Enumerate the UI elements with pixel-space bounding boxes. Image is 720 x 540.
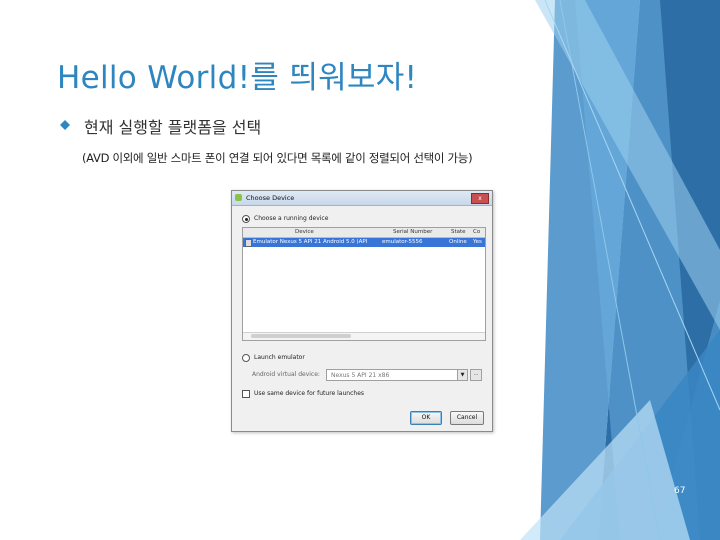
running-device-label: Choose a running device bbox=[254, 215, 329, 222]
device-table[interactable]: Device Serial Number State Co Emulator N… bbox=[242, 227, 486, 341]
launch-emulator-radio[interactable] bbox=[242, 354, 250, 362]
android-app-icon bbox=[235, 194, 242, 201]
launch-emulator-label: Launch emulator bbox=[254, 354, 305, 361]
slide-title: Hello World!를 띄워보자! bbox=[57, 60, 418, 96]
avd-label: Android virtual device: bbox=[252, 371, 320, 378]
close-button[interactable]: x bbox=[471, 193, 489, 204]
subtext: (AVD 이외에 일반 스마트 폰이 연결 되어 있다면 목록에 같이 정렬되어… bbox=[82, 151, 473, 165]
chevron-down-icon[interactable]: ▼ bbox=[457, 370, 467, 380]
scrollbar-thumb[interactable] bbox=[251, 334, 351, 338]
cell-device: Emulator Nexus 5 API 21 Android 5.0 (API bbox=[253, 239, 368, 245]
same-device-label: Use same device for future launches bbox=[254, 390, 365, 397]
cell-compatible: Yes bbox=[473, 239, 482, 245]
device-type-icon bbox=[245, 239, 252, 247]
bullet-text: 현재 실행할 플랫폼을 선택 bbox=[84, 118, 262, 137]
avd-selected-value: Nexus 5 API 21 x86 bbox=[331, 371, 390, 379]
same-device-checkbox[interactable] bbox=[242, 390, 250, 398]
dialog-title: Choose Device bbox=[246, 194, 295, 202]
dialog-titlebar: Choose Device x bbox=[232, 191, 492, 206]
col-state[interactable]: State bbox=[451, 229, 466, 235]
cell-state: Online bbox=[449, 239, 467, 245]
diamond-bullet-icon bbox=[60, 120, 70, 130]
col-serial[interactable]: Serial Number bbox=[393, 229, 432, 235]
ok-button[interactable]: OK bbox=[410, 411, 442, 425]
col-compatible[interactable]: Co bbox=[473, 229, 480, 235]
avd-select[interactable]: Nexus 5 API 21 x86 ▼ bbox=[326, 369, 468, 381]
horizontal-scrollbar[interactable] bbox=[243, 332, 485, 340]
cancel-button[interactable]: Cancel bbox=[450, 411, 484, 425]
running-device-radio[interactable] bbox=[242, 215, 250, 223]
col-device[interactable]: Device bbox=[295, 229, 314, 235]
choose-device-dialog: Choose Device x Choose a running device … bbox=[231, 190, 493, 432]
table-row[interactable]: Emulator Nexus 5 API 21 Android 5.0 (API… bbox=[243, 238, 485, 247]
page-number: 67 bbox=[674, 486, 686, 496]
cell-serial: emulator-5556 bbox=[382, 239, 423, 245]
device-table-header: Device Serial Number State Co bbox=[243, 228, 485, 238]
slide: Hello World!를 띄워보자! 현재 실행할 플랫폼을 선택 (AVD … bbox=[0, 0, 720, 540]
avd-browse-button[interactable]: ... bbox=[470, 369, 482, 381]
